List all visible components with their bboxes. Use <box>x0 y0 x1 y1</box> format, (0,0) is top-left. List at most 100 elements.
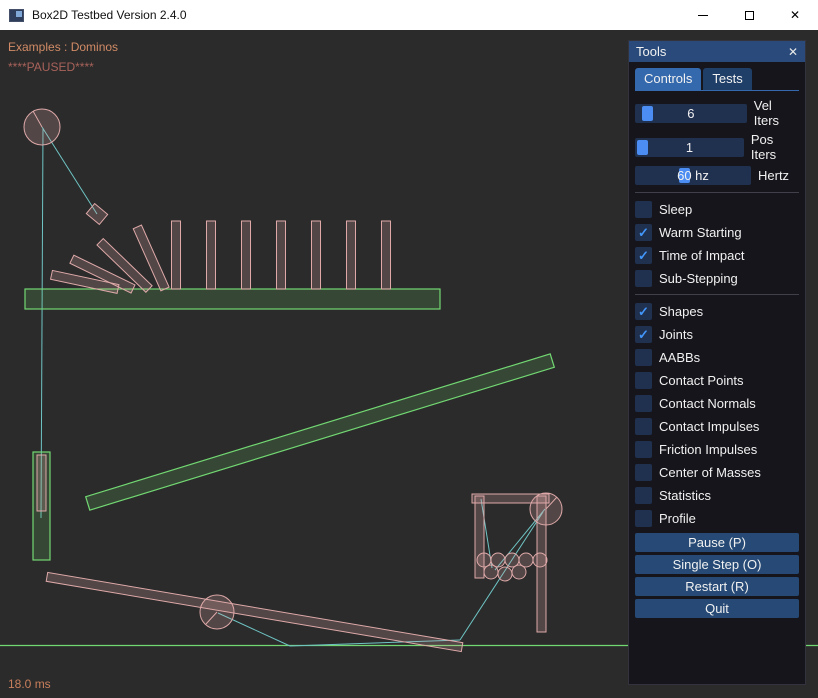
example-label: Examples : Dominos <box>8 40 118 54</box>
slider-block <box>37 455 46 511</box>
close-button[interactable]: ✕ <box>772 0 818 30</box>
minimize-icon <box>698 15 708 16</box>
checkbox-box <box>635 487 652 504</box>
slider-grab[interactable] <box>642 106 653 121</box>
window-titlebar: Box2D Testbed Version 2.4.0 ✕ <box>0 0 818 30</box>
domino-shelf <box>25 289 440 309</box>
domino <box>207 221 216 289</box>
checkbox-label: Sleep <box>659 202 692 217</box>
checkbox-center-of-masses[interactable]: Center of Masses <box>635 464 799 481</box>
long-plank <box>46 572 463 651</box>
pos-iters-value: 1 <box>686 140 693 155</box>
tab-controls[interactable]: Controls <box>635 68 701 90</box>
checkbox-shapes[interactable]: Shapes <box>635 303 799 320</box>
checkbox-statistics[interactable]: Statistics <box>635 487 799 504</box>
checkbox-label: Center of Masses <box>659 465 761 480</box>
single-step-button[interactable]: Single Step (O) <box>635 555 799 574</box>
checkbox-label: Contact Points <box>659 373 744 388</box>
checkbox-warm-starting[interactable]: Warm Starting <box>635 224 799 241</box>
checkbox-aabbs[interactable]: AABBs <box>635 349 799 366</box>
hertz-row: 60 hz Hertz <box>635 166 799 185</box>
checkbox-contact-normals[interactable]: Contact Normals <box>635 395 799 412</box>
pendulum-box <box>86 204 107 225</box>
checkbox-label: Joints <box>659 327 693 342</box>
checkbox-contact-points[interactable]: Contact Points <box>635 372 799 389</box>
restart-button[interactable]: Restart (R) <box>635 577 799 596</box>
checkbox-box <box>635 464 652 481</box>
checkbox-profile[interactable]: Profile <box>635 510 799 527</box>
checkbox-joints[interactable]: Joints <box>635 326 799 343</box>
checkbox-sub-stepping[interactable]: Sub-Stepping <box>635 270 799 287</box>
hertz-value: 60 hz <box>677 168 709 183</box>
separator <box>635 294 799 295</box>
app-window: Box2D Testbed Version 2.4.0 ✕ <box>0 0 818 698</box>
vel-iters-value: 6 <box>687 106 694 121</box>
checkbox-label: Friction Impulses <box>659 442 757 457</box>
tools-close-icon[interactable]: ✕ <box>788 45 798 59</box>
checkbox-label: AABBs <box>659 350 700 365</box>
checkbox-label: Statistics <box>659 488 711 503</box>
checkbox-box <box>635 395 652 412</box>
checkbox-time-of-impact[interactable]: Time of Impact <box>635 247 799 264</box>
tools-body: Controls Tests 6 Vel Iters 1 Pos Iters <box>629 62 805 618</box>
domino <box>382 221 391 289</box>
tools-panel: Tools ✕ Controls Tests 6 Vel Iters <box>628 40 806 685</box>
tilted-beam <box>86 354 555 510</box>
checkbox-label: Contact Normals <box>659 396 756 411</box>
checkbox-box-checked <box>635 224 652 241</box>
hertz-label: Hertz <box>758 168 789 183</box>
chain-ball <box>484 565 498 579</box>
tabbar: Controls Tests <box>635 68 799 91</box>
chain-ball <box>512 565 526 579</box>
chain-ball <box>533 553 547 567</box>
checkbox-box <box>635 418 652 435</box>
paused-label: ****PAUSED**** <box>8 60 94 74</box>
vel-iters-slider[interactable]: 6 <box>635 104 747 123</box>
checkbox-sleep[interactable]: Sleep <box>635 201 799 218</box>
separator <box>635 192 799 193</box>
checkbox-box-checked <box>635 303 652 320</box>
frame-time-label: 18.0 ms <box>8 677 51 691</box>
tools-title: Tools <box>636 44 666 59</box>
checkbox-label: Warm Starting <box>659 225 742 240</box>
minimize-button[interactable] <box>680 0 726 30</box>
vel-iters-row: 6 Vel Iters <box>635 98 799 128</box>
maximize-icon <box>745 11 754 20</box>
tools-titlebar[interactable]: Tools ✕ <box>629 41 805 62</box>
checkbox-friction-impulses[interactable]: Friction Impulses <box>635 441 799 458</box>
maximize-button[interactable] <box>726 0 772 30</box>
quit-button[interactable]: Quit <box>635 599 799 618</box>
checkbox-box <box>635 441 652 458</box>
tab-tests[interactable]: Tests <box>703 68 751 90</box>
domino <box>242 221 251 289</box>
pos-iters-row: 1 Pos Iters <box>635 132 799 162</box>
window-title: Box2D Testbed Version 2.4.0 <box>32 8 187 22</box>
checkbox-contact-impulses[interactable]: Contact Impulses <box>635 418 799 435</box>
hertz-slider[interactable]: 60 hz <box>635 166 751 185</box>
checkbox-label: Contact Impulses <box>659 419 759 434</box>
checkbox-box-checked <box>635 247 652 264</box>
checkbox-box <box>635 372 652 389</box>
checkbox-box-checked <box>635 326 652 343</box>
checkbox-box <box>635 510 652 527</box>
simulation-viewport: Examples : Dominos ****PAUSED**** 18.0 m… <box>0 30 818 698</box>
domino <box>347 221 356 289</box>
chain-ball <box>498 567 512 581</box>
window-controls: ✕ <box>680 0 818 30</box>
checkbox-box <box>635 349 652 366</box>
app-icon <box>9 9 24 22</box>
domino <box>172 221 181 289</box>
checkbox-label: Time of Impact <box>659 248 744 263</box>
domino <box>312 221 321 289</box>
pos-iters-label: Pos Iters <box>751 132 799 162</box>
close-icon: ✕ <box>790 9 800 21</box>
checkbox-box <box>635 201 652 218</box>
checkbox-box <box>635 270 652 287</box>
checkbox-label: Sub-Stepping <box>659 271 738 286</box>
vel-iters-label: Vel Iters <box>754 98 799 128</box>
checkbox-label: Profile <box>659 511 696 526</box>
pause-button[interactable]: Pause (P) <box>635 533 799 552</box>
slider-grab[interactable] <box>637 140 648 155</box>
pos-iters-slider[interactable]: 1 <box>635 138 744 157</box>
checkbox-label: Shapes <box>659 304 703 319</box>
